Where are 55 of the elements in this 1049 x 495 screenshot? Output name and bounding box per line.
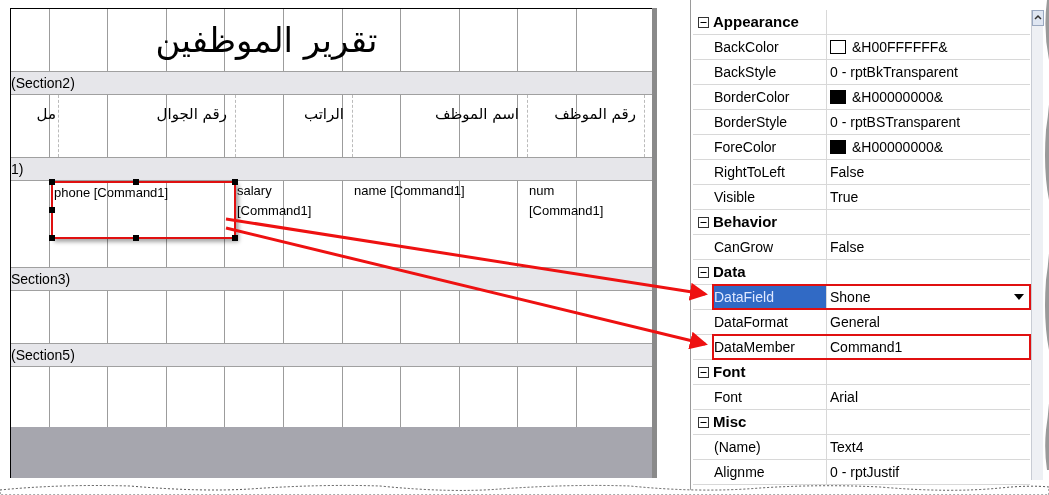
- section-band[interactable]: (Section5): [11, 343, 652, 367]
- property-name[interactable]: RightToLeft: [713, 160, 827, 184]
- property-value: General: [830, 312, 881, 332]
- property-name[interactable]: DataFormat: [713, 310, 827, 334]
- collapse-icon[interactable]: [697, 16, 709, 28]
- collapse-icon[interactable]: [697, 266, 709, 278]
- dropdown-value[interactable]: Shone: [830, 286, 1005, 308]
- property-name[interactable]: (Name): [713, 435, 827, 459]
- resize-handle[interactable]: [232, 179, 238, 185]
- text-field[interactable]: phone [Command1]: [51, 181, 236, 239]
- property-name[interactable]: CanGrow: [713, 235, 827, 259]
- property-name[interactable]: Alignme: [713, 460, 827, 484]
- property-name[interactable]: Font: [713, 385, 827, 409]
- section-band[interactable]: (Section2): [11, 71, 652, 95]
- property-value: &H00000000&: [852, 87, 945, 107]
- resize-handle[interactable]: [232, 235, 238, 241]
- property-value: True: [830, 187, 860, 207]
- scrollbar[interactable]: [1031, 10, 1043, 480]
- text-field[interactable]: name [Command1]: [353, 181, 528, 239]
- category-label[interactable]: Misc: [713, 410, 827, 434]
- collapse-icon[interactable]: [697, 416, 709, 428]
- resize-handle[interactable]: [49, 207, 55, 213]
- property-value: Text4: [830, 437, 865, 457]
- text-field[interactable]: num [Command1]: [528, 181, 628, 239]
- property-name[interactable]: BackColor: [713, 35, 827, 59]
- collapse-icon[interactable]: [697, 216, 709, 228]
- property-value: False: [830, 237, 866, 257]
- section-band[interactable]: 1): [11, 157, 652, 181]
- category-label[interactable]: Font: [713, 360, 827, 384]
- property-value: Command1: [830, 337, 904, 357]
- category-label[interactable]: Behavior: [713, 210, 827, 234]
- property-name[interactable]: Visible: [713, 185, 827, 209]
- property-name[interactable]: BorderColor: [713, 85, 827, 109]
- property-value: 0 - rptBSTransparent: [830, 112, 962, 132]
- property-name[interactable]: BackStyle: [713, 60, 827, 84]
- property-name[interactable]: DataField: [713, 285, 827, 309]
- property-value: &H00000000&: [852, 137, 945, 157]
- section-band[interactable]: Section3): [11, 267, 652, 291]
- property-name[interactable]: DataMember: [713, 335, 827, 359]
- collapse-icon[interactable]: [697, 366, 709, 378]
- property-value: 0 - rptJustif: [830, 462, 901, 482]
- resize-handle[interactable]: [49, 179, 55, 185]
- text-field[interactable]: salary [Command1]: [236, 181, 336, 239]
- category-label[interactable]: Data: [713, 260, 827, 284]
- dropdown-arrow-icon: [1014, 294, 1024, 300]
- property-value: Arial: [830, 387, 859, 407]
- property-name[interactable]: ForeColor: [713, 135, 827, 159]
- property-name[interactable]: BorderStyle: [713, 110, 827, 134]
- resize-handle[interactable]: [133, 179, 139, 185]
- resize-handle[interactable]: [133, 235, 139, 241]
- property-value: 0 - rptBkTransparent: [830, 62, 959, 82]
- property-value: False: [830, 162, 866, 182]
- property-value: &H00FFFFFF&: [852, 37, 949, 57]
- category-label[interactable]: Appearance: [713, 10, 827, 34]
- resize-handle[interactable]: [49, 235, 55, 241]
